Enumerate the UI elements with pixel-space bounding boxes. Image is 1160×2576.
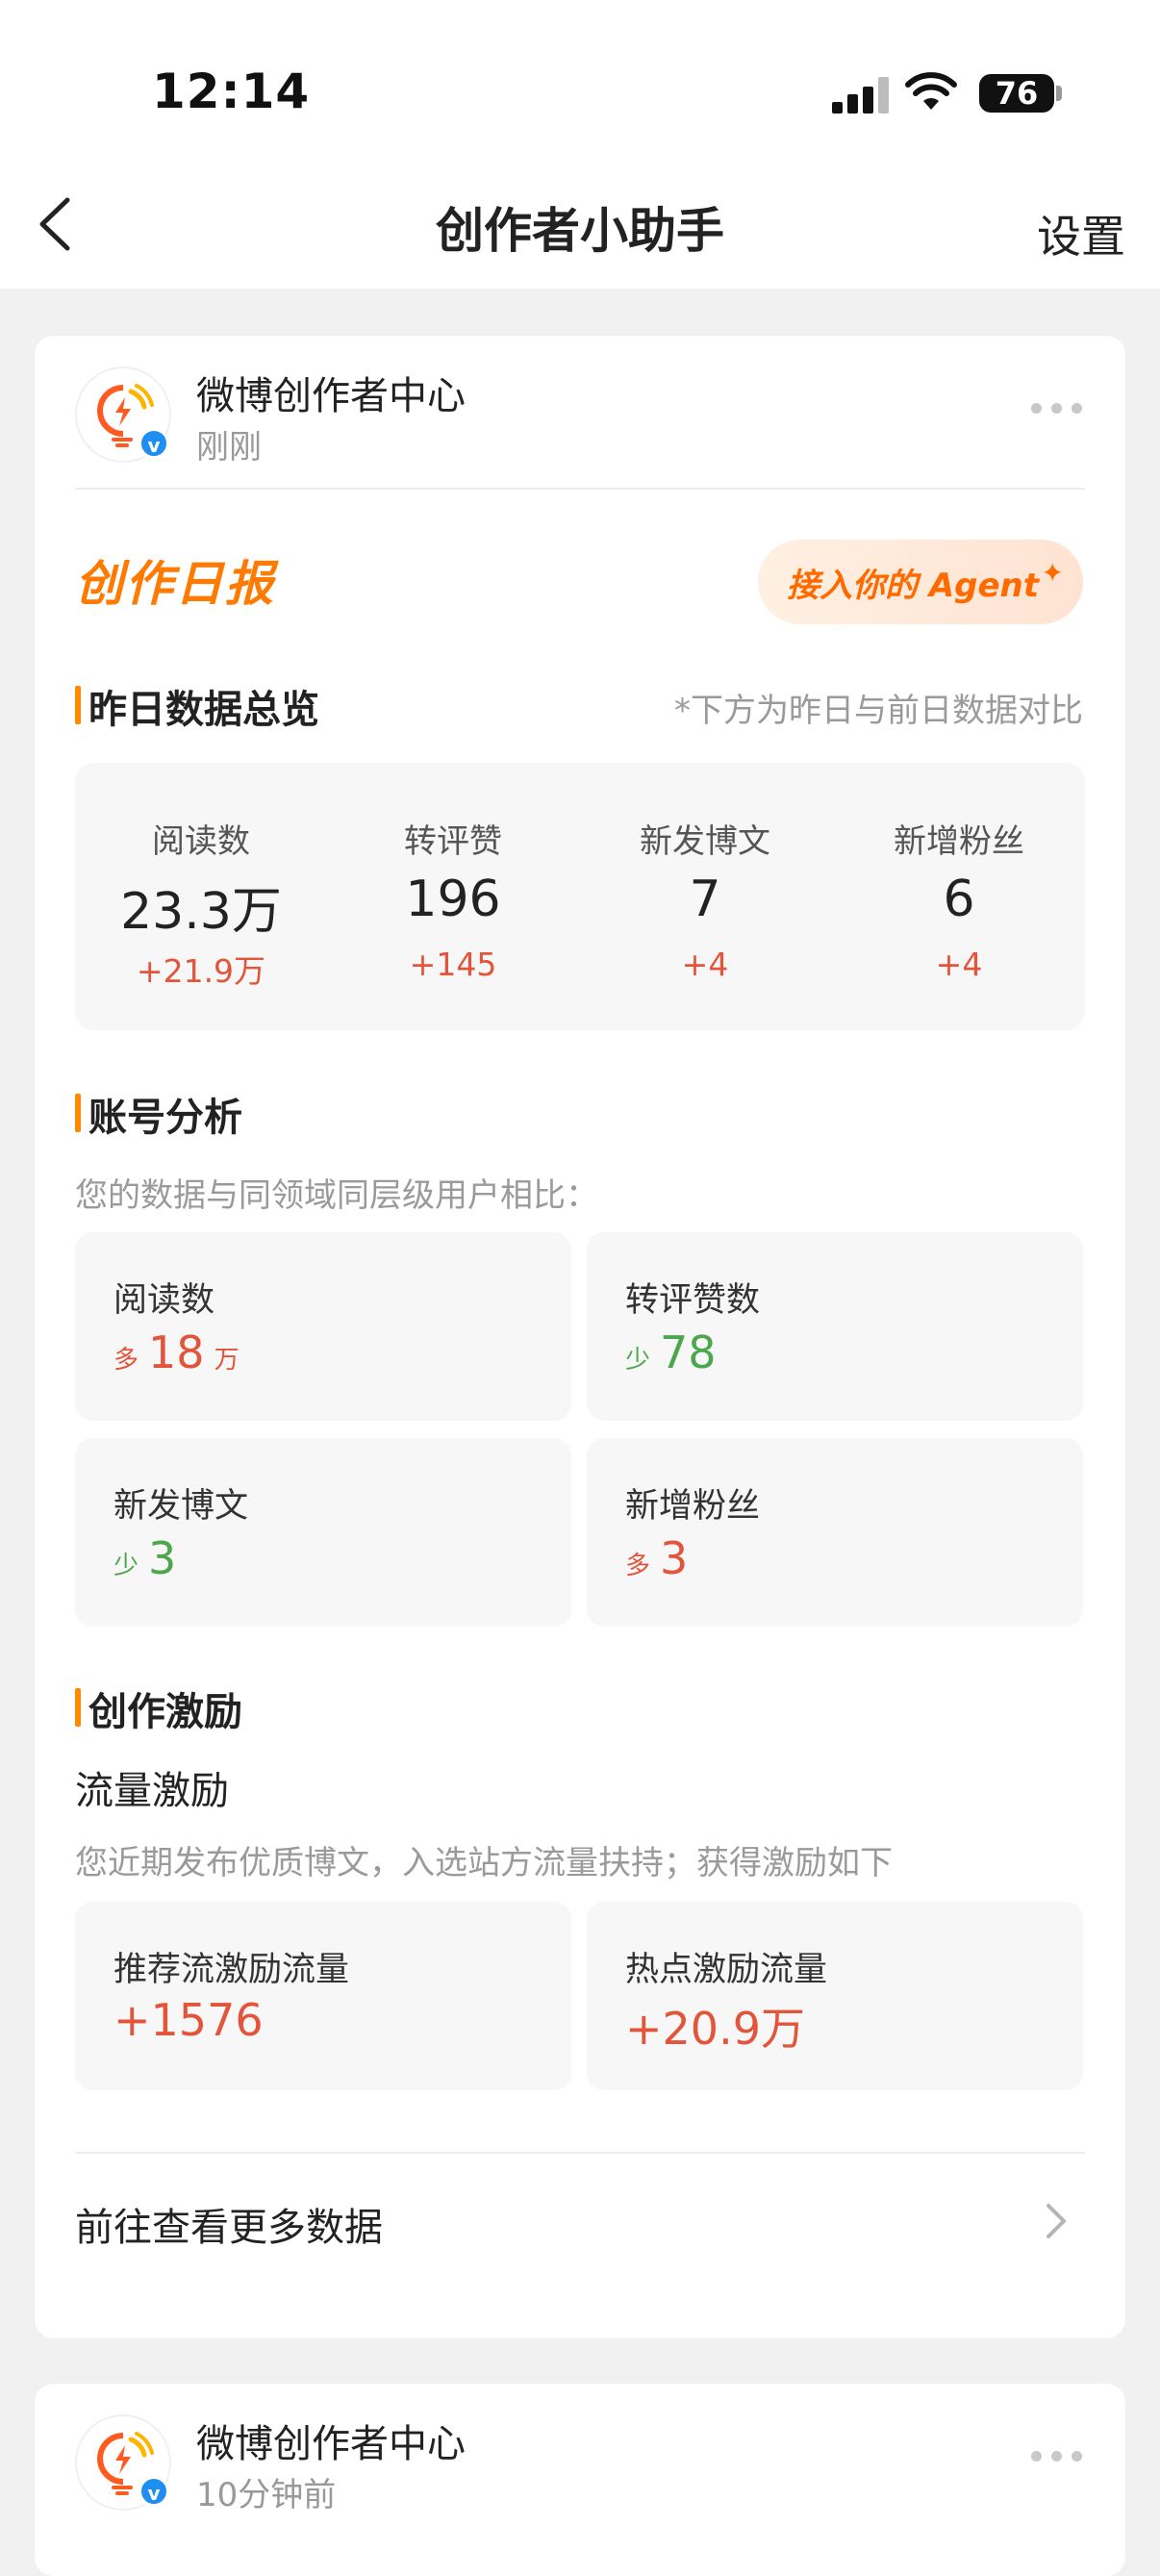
tile-label: 推荐流激励流量 (113, 1951, 350, 1989)
verified-badge-icon: v (139, 428, 169, 459)
tile-value: 多3 (625, 1532, 688, 1584)
verified-badge-icon: v (139, 2476, 169, 2507)
page-title: 创作者小助手 (436, 203, 724, 259)
overview-value: 196 (405, 871, 501, 928)
wifi-icon (905, 72, 957, 110)
author-name[interactable]: 微博创作者中心 (196, 365, 466, 420)
comparison-number: 3 (148, 1532, 177, 1584)
overview-label: 新增粉丝 (894, 822, 1024, 861)
overview-delta: +145 (409, 946, 497, 983)
incentive-tile-recommend: 推荐流激励流量 +1576 (75, 1902, 571, 2090)
divider (75, 488, 1085, 490)
clock: 12:14 (152, 63, 311, 119)
comparison-unit: 万 (214, 1346, 240, 1375)
post-time: 10分钟前 (196, 2476, 337, 2514)
overview-label: 阅读数 (152, 822, 250, 861)
overview-heading: 昨日数据总览 (75, 678, 319, 734)
battery-icon: 76 (979, 74, 1054, 113)
overview-value: 6 (943, 871, 975, 928)
incentive-note: 您近期发布优质博文，入选站方流量扶持；获得激励如下 (75, 1844, 893, 1882)
divider (75, 2152, 1085, 2154)
overview-delta: +4 (681, 946, 729, 983)
report-card: v 微博创作者中心 刚刚 创作日报 接入你的 Agent ✦ 昨日数据总览 *下… (35, 336, 1125, 2338)
overview-label: 新发博文 (640, 822, 770, 861)
comparison-number: 3 (660, 1532, 689, 1584)
tile-label: 新增粉丝 (625, 1487, 761, 1526)
more-options-icon[interactable] (1031, 403, 1085, 417)
tile-value: +1576 (113, 1994, 264, 2046)
overview-value: 7 (689, 871, 721, 928)
view-more-data-link[interactable]: 前往查看更多数据 (75, 2196, 383, 2252)
sparkle-icon: ✦ (1041, 557, 1064, 589)
post-time: 刚刚 (196, 428, 262, 467)
analysis-tile-engagement: 转评赞数 少 78 (587, 1232, 1083, 1421)
analysis-tile-new-posts: 新发博文 少3 (75, 1438, 571, 1627)
incentive-tile-hot: 热点激励流量 +20.9万 (587, 1902, 1083, 2090)
analysis-note: 您的数据与同领域同层级用户相比： (75, 1176, 598, 1215)
author-name[interactable]: 微博创作者中心 (196, 2412, 466, 2468)
comparison-number: 78 (660, 1326, 717, 1378)
overview-note: *下方为昨日与前日数据对比 (674, 692, 1083, 730)
comparison-number: 18 (148, 1326, 205, 1378)
analysis-tile-new-fans: 新增粉丝 多3 (587, 1438, 1083, 1627)
chevron-right-icon[interactable] (1043, 2200, 1070, 2242)
settings-button[interactable]: 设置 (1037, 202, 1125, 265)
tile-value: 少 78 (625, 1326, 717, 1378)
overview-delta: +21.9万 (136, 952, 266, 990)
status-bar: 12:14 76 (0, 0, 1160, 164)
overview-value: 23.3万 (120, 883, 282, 941)
tile-label: 新发博文 (113, 1487, 249, 1526)
analysis-heading: 账号分析 (75, 1086, 242, 1142)
tile-label: 转评赞数 (625, 1281, 761, 1320)
report-card-2: v 微博创作者中心 10分钟前 (35, 2384, 1125, 2576)
overview-panel: 阅读数 23.3万 +21.9万 转评赞 196 +145 新发博文 7 +4 … (75, 763, 1085, 1030)
overview-delta: +4 (935, 946, 983, 983)
comparison-prefix: 多 (625, 1552, 651, 1580)
more-options-icon[interactable] (1031, 2451, 1085, 2464)
report-title: 创作日报 (75, 556, 275, 612)
overview-label: 转评赞 (404, 822, 502, 861)
nav-bar: 创作者小助手 设置 (0, 164, 1160, 289)
tile-label: 阅读数 (113, 1281, 215, 1320)
comparison-prefix: 少 (113, 1552, 139, 1580)
battery-tip (1056, 86, 1062, 101)
comparison-prefix: 多 (113, 1346, 139, 1375)
tile-value: 多 18 万 (113, 1326, 240, 1378)
analysis-tile-reads: 阅读数 多 18 万 (75, 1232, 571, 1421)
connect-agent-label: 接入你的 Agent (787, 567, 1040, 605)
comparison-prefix: 少 (625, 1346, 651, 1375)
connect-agent-button[interactable]: 接入你的 Agent ✦ (758, 540, 1083, 624)
tile-value: 少3 (113, 1532, 176, 1584)
incentive-subheading: 流量激励 (75, 1769, 229, 1813)
cellular-signal-icon (832, 77, 892, 114)
incentive-heading: 创作激励 (75, 1680, 242, 1736)
tile-label: 热点激励流量 (625, 1951, 828, 1989)
tile-value: +20.9万 (625, 2003, 805, 2055)
